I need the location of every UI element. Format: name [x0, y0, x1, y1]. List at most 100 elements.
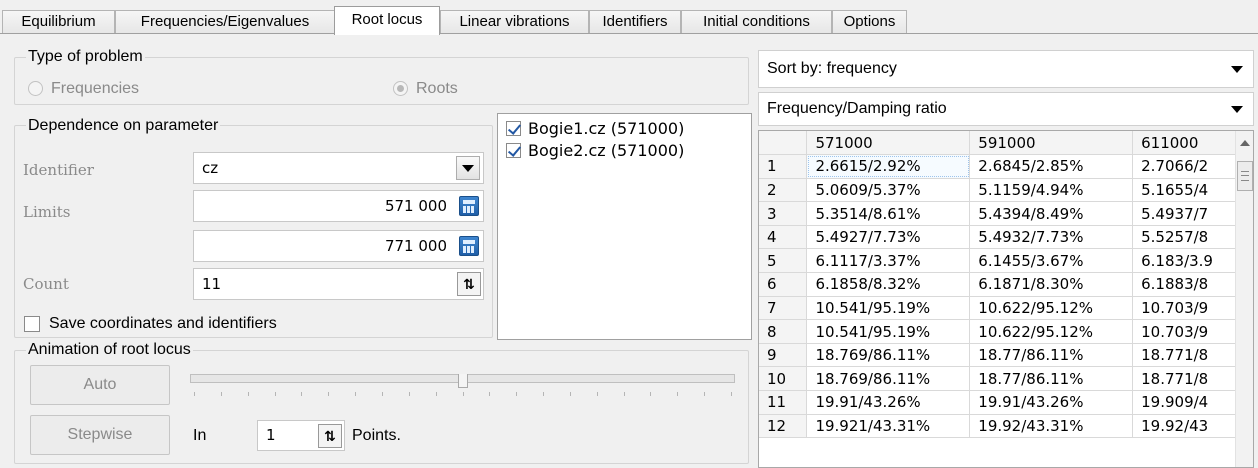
tab-options[interactable]: Options — [832, 10, 907, 34]
table-cell[interactable]: 5.4394/8.49% — [969, 201, 1134, 226]
display-mode-value: Frequency/Damping ratio — [767, 100, 947, 117]
tab-linear-vibrations[interactable]: Linear vibrations — [440, 10, 589, 34]
limit-min-input[interactable]: 571 000 — [193, 190, 484, 222]
table-row[interactable]: 9 18.769/86.11% 18.77/86.11% 18.771/8 — [759, 343, 1253, 368]
table-row[interactable]: 2 5.0609/5.37% 5.1159/4.94% 5.1655/4 — [759, 178, 1253, 203]
table-cell[interactable]: 18.77/86.11% — [969, 366, 1134, 392]
column-header[interactable]: 591000 — [969, 131, 1134, 156]
radio-roots[interactable] — [393, 81, 408, 96]
table-cell[interactable]: 10.541/95.19% — [806, 296, 971, 321]
table-cell[interactable]: 19.921/43.31% — [806, 414, 971, 439]
row-header[interactable]: 12 — [759, 414, 808, 439]
list-item-label: Bogie1.cz (571000) — [528, 119, 685, 138]
tab-frequencies-eigenvalues[interactable]: Frequencies/Eigenvalues — [115, 10, 335, 34]
row-header[interactable]: 1 — [759, 154, 808, 179]
table-corner — [759, 131, 808, 156]
identifiers-listbox[interactable]: Bogie1.cz (571000) Bogie2.cz (571000) — [497, 113, 752, 340]
table-row[interactable]: 11 19.91/43.26% 19.91/43.26% 19.909/4 — [759, 390, 1253, 415]
save-coordinates-label: Save coordinates and identifiers — [49, 315, 277, 332]
identifier-value: cz — [202, 159, 219, 177]
table-cell[interactable]: 10.622/95.12% — [969, 319, 1134, 344]
tab-equilibrium[interactable]: Equilibrium — [2, 10, 115, 34]
row-header[interactable]: 4 — [759, 225, 808, 250]
limits-label: Limits — [23, 203, 71, 221]
row-header[interactable]: 6 — [759, 272, 808, 297]
calculator-icon[interactable] — [459, 196, 479, 216]
tab-root-locus[interactable]: Root locus — [334, 6, 440, 35]
table-cell[interactable]: 5.0609/5.37% — [806, 178, 971, 203]
identifier-label: Identifier — [23, 161, 94, 179]
spinner-icon[interactable]: ⇅ — [457, 272, 481, 296]
identifier-dropdown-button[interactable] — [456, 156, 480, 180]
table-row[interactable]: 6 6.1858/8.32% 6.1871/8.30% 6.1883/8 — [759, 272, 1253, 297]
scroll-up-icon[interactable] — [1240, 140, 1250, 146]
slider-tick — [355, 392, 357, 396]
chevron-down-icon — [1231, 106, 1243, 113]
checkbox-icon[interactable] — [506, 143, 521, 158]
row-header[interactable]: 10 — [759, 366, 808, 392]
table-cell[interactable]: 5.3514/8.61% — [806, 201, 971, 226]
table-cell[interactable]: 6.1858/8.32% — [806, 272, 971, 297]
sort-by-value: Sort by: frequency — [767, 60, 897, 77]
table-cell[interactable]: 18.769/86.11% — [806, 366, 971, 392]
row-header[interactable]: 9 — [759, 343, 808, 368]
limit-max-input[interactable]: 771 000 — [193, 230, 484, 262]
tab-initial-conditions[interactable]: Initial conditions — [681, 10, 832, 34]
scroll-thumb[interactable] — [1237, 161, 1253, 191]
display-mode-dropdown[interactable]: Frequency/Damping ratio — [758, 92, 1254, 126]
table-cell[interactable]: 6.1871/8.30% — [969, 272, 1134, 297]
table-row[interactable]: 5 6.1117/3.37% 6.1455/3.67% 6.183/3.9 — [759, 248, 1253, 274]
chevron-down-icon — [1231, 66, 1243, 73]
table-cell[interactable]: 5.1159/4.94% — [969, 178, 1134, 203]
slider-thumb[interactable] — [458, 374, 468, 388]
checkbox-icon[interactable] — [506, 121, 521, 136]
table-row[interactable]: 1 2.6615/2.92% 2.6845/2.85% 2.7066/2 — [759, 154, 1253, 179]
table-cell[interactable]: 5.4927/7.73% — [806, 225, 971, 250]
limit-min-value: 571 000 — [384, 197, 447, 215]
auto-button[interactable]: Auto — [30, 365, 170, 405]
save-coordinates-checkbox[interactable] — [24, 316, 40, 332]
count-input[interactable]: 11 — [193, 268, 484, 300]
table-row[interactable]: 10 18.769/86.11% 18.77/86.11% 18.771/8 — [759, 366, 1253, 392]
table-cell[interactable]: 6.1117/3.37% — [806, 248, 971, 274]
table-cell[interactable]: 6.1455/3.67% — [969, 248, 1134, 274]
table-row[interactable]: 8 10.541/95.19% 10.622/95.12% 10.703/9 — [759, 319, 1253, 344]
table-cell[interactable]: 19.91/43.26% — [806, 390, 971, 415]
stepwise-button[interactable]: Stepwise — [30, 415, 170, 455]
spinner-icon[interactable]: ⇅ — [318, 424, 342, 448]
slider-tick — [623, 392, 625, 396]
row-header[interactable]: 11 — [759, 390, 808, 415]
tab-bar: Equilibrium Frequencies/Eigenvalues Root… — [0, 0, 1258, 36]
table-row[interactable]: 3 5.3514/8.61% 5.4394/8.49% 5.4937/7 — [759, 201, 1253, 226]
slider-tick — [435, 392, 437, 396]
table-cell[interactable]: 18.77/86.11% — [969, 343, 1134, 368]
table-cell[interactable]: 18.769/86.11% — [806, 343, 971, 368]
row-header[interactable]: 7 — [759, 296, 808, 321]
table-cell[interactable]: 10.541/95.19% — [806, 319, 971, 344]
sort-by-dropdown[interactable]: Sort by: frequency — [758, 50, 1254, 88]
table-row[interactable]: 7 10.541/95.19% 10.622/95.12% 10.703/9 — [759, 296, 1253, 321]
table-cell[interactable]: 2.6845/2.85% — [969, 154, 1134, 179]
results-grid[interactable]: 571000 591000 611000 1 2.6615/2.92% 2.6845/2… — [758, 130, 1254, 468]
tab-identifiers[interactable]: Identifiers — [589, 10, 681, 34]
table-row[interactable]: 12 19.921/43.31% 19.92/43.31% 19.92/43 — [759, 414, 1253, 439]
row-header[interactable]: 8 — [759, 319, 808, 344]
row-header[interactable]: 5 — [759, 248, 808, 274]
row-header[interactable]: 2 — [759, 178, 808, 203]
row-header[interactable]: 3 — [759, 201, 808, 226]
table-cell[interactable]: 10.622/95.12% — [969, 296, 1134, 321]
radio-frequencies[interactable] — [28, 81, 43, 96]
table-cell[interactable]: 5.4932/7.73% — [969, 225, 1134, 250]
radio-roots-label: Roots — [416, 80, 458, 97]
table-row[interactable]: 4 5.4927/7.73% 5.4932/7.73% 5.5257/8 — [759, 225, 1253, 250]
limit-max-value: 771 000 — [384, 237, 447, 255]
slider-tick — [489, 392, 491, 396]
table-cell[interactable]: 19.91/43.26% — [969, 390, 1134, 415]
table-cell[interactable]: 19.92/43.31% — [969, 414, 1134, 439]
vertical-scrollbar[interactable] — [1235, 131, 1253, 467]
table-cell[interactable]: 2.6615/2.92% — [806, 154, 971, 179]
column-header[interactable]: 571000 — [806, 131, 971, 156]
slider-tick — [731, 392, 732, 396]
calculator-icon[interactable] — [459, 236, 479, 256]
identifier-select[interactable]: cz — [193, 152, 484, 184]
